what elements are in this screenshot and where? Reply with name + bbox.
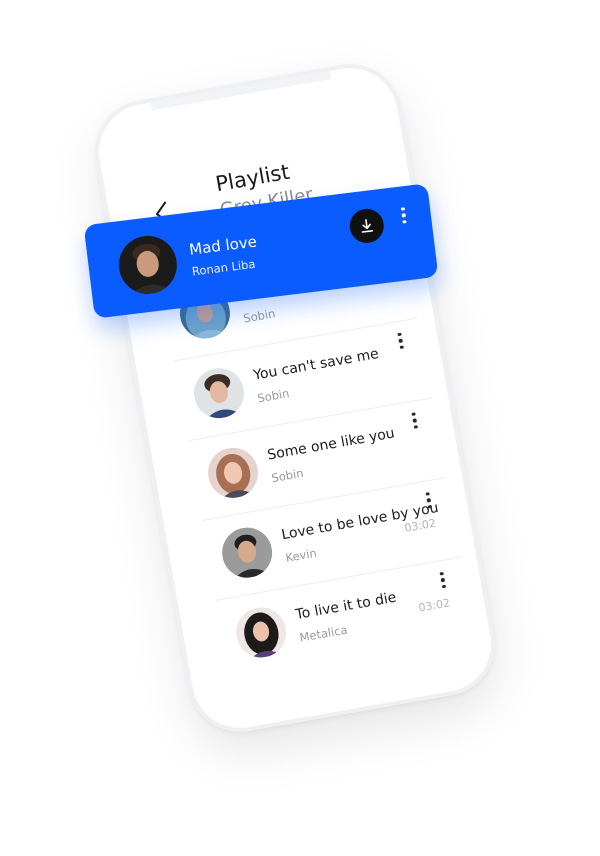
avatar: [204, 443, 263, 502]
more-options-button[interactable]: [397, 204, 410, 227]
avatar: [218, 523, 277, 582]
phone-frame: Playlist Grey Killer Some one like you: [86, 55, 504, 741]
track-duration: 03:02: [417, 596, 452, 615]
avatar: [115, 232, 181, 298]
track-artist: Sobin: [270, 465, 305, 486]
more-options-button[interactable]: [436, 568, 450, 591]
track-artist: Sobin: [256, 386, 291, 406]
more-options-button[interactable]: [394, 329, 408, 352]
track-title: Some one like you: [266, 425, 396, 464]
track-artist: Metalica: [298, 622, 349, 645]
more-vertical-icon: [411, 412, 416, 417]
featured-track-title: Mad love: [188, 232, 258, 259]
more-vertical-icon: [439, 571, 444, 576]
avatar: [190, 364, 248, 423]
avatar: [232, 603, 291, 662]
download-button[interactable]: [347, 206, 386, 245]
download-icon: [361, 219, 374, 233]
track-artist: Sobin: [242, 306, 277, 326]
more-vertical-icon: [397, 332, 402, 337]
more-options-button[interactable]: [408, 409, 422, 432]
more-vertical-icon: [400, 207, 405, 211]
more-vertical-icon: [425, 492, 430, 497]
featured-track-artist: Ronan Liba: [191, 256, 257, 279]
track-title: You can't save me: [252, 345, 380, 384]
app-screen: Playlist Grey Killer Some one like you: [100, 69, 490, 727]
track-artist: Kevin: [284, 545, 318, 565]
stage: Playlist Grey Killer Some one like you: [0, 0, 600, 856]
track-title: To live it to die: [294, 589, 398, 624]
